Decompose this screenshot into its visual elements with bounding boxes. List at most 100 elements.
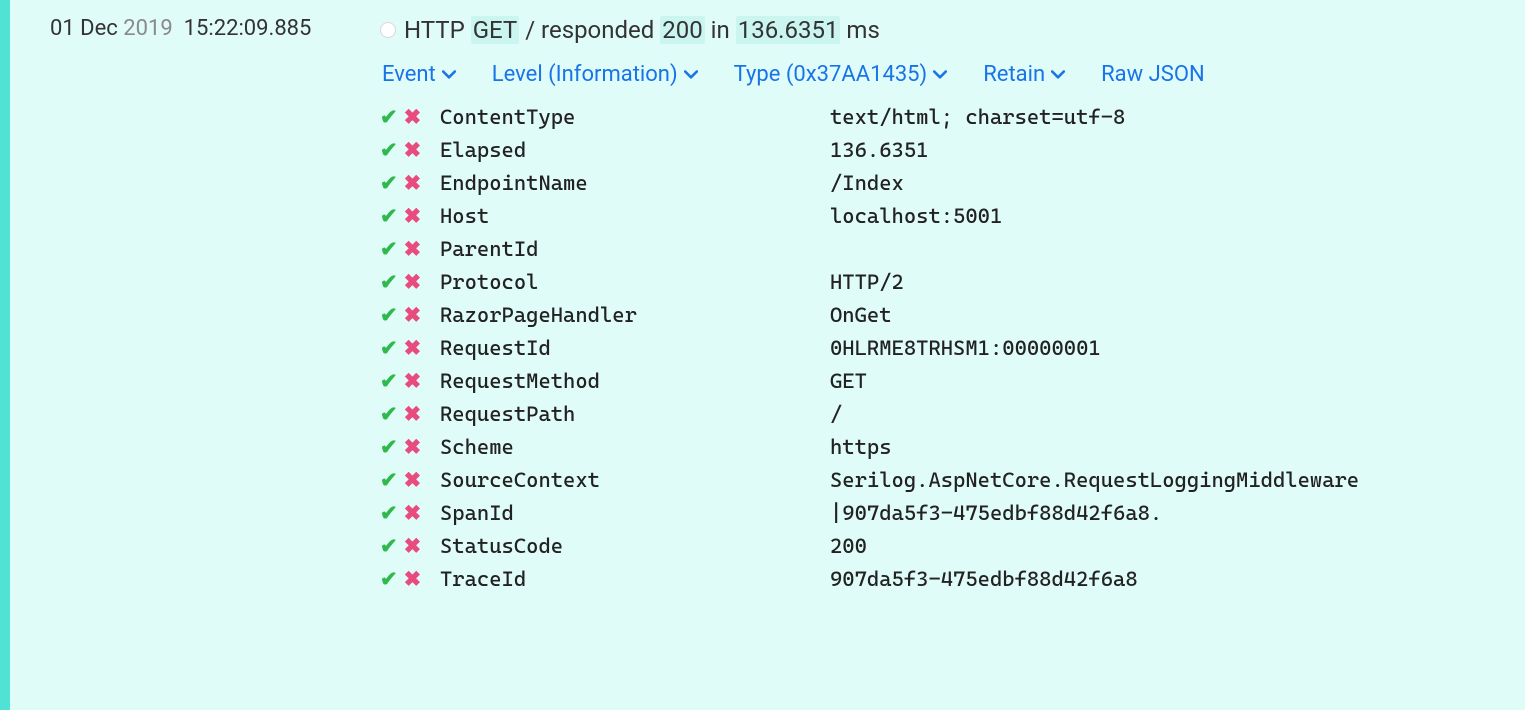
exclude-filter-icon[interactable]: ✖ [404, 138, 422, 163]
property-value: GET [830, 369, 1525, 393]
exclude-filter-icon[interactable]: ✖ [404, 468, 422, 493]
property-row: ✔✖ Elapsed136.6351 [380, 134, 1525, 167]
property-filter-marks: ✔✖ [380, 567, 440, 592]
property-value: 907da5f3-475edbf88d42f6a8 [830, 567, 1525, 591]
property-filter-marks: ✔✖ [380, 204, 440, 229]
include-filter-icon[interactable]: ✔ [380, 204, 398, 229]
include-filter-icon[interactable]: ✔ [380, 270, 398, 295]
property-value: localhost:5001 [830, 204, 1525, 228]
property-value: OnGet [830, 303, 1525, 327]
property-filter-marks: ✔✖ [380, 237, 440, 262]
event-message: HTTP GET / responded 200 in 136.6351 ms [380, 16, 1525, 44]
include-filter-icon[interactable]: ✔ [380, 534, 398, 559]
include-filter-icon[interactable]: ✔ [380, 468, 398, 493]
retain-dropdown[interactable]: Retain [983, 62, 1065, 87]
message-elapsed: 136.6351 [736, 16, 841, 44]
chevron-down-icon [442, 68, 456, 82]
chevron-down-icon [1051, 68, 1065, 82]
property-row: ✔✖ RazorPageHandlerOnGet [380, 299, 1525, 332]
property-value: https [830, 435, 1525, 459]
property-name: ParentId [440, 237, 830, 261]
property-value: text/html; charset=utf-8 [830, 105, 1525, 129]
property-row: ✔✖Schemehttps [380, 431, 1525, 464]
property-row: ✔✖SourceContextSerilog.AspNetCore.Reques… [380, 464, 1525, 497]
timestamp: 01 Dec 2019 15:22:09.885 [50, 16, 380, 596]
exclude-filter-icon[interactable]: ✖ [404, 402, 422, 427]
property-name: ContentType [440, 105, 830, 129]
property-row: ✔✖RequestPath/ [380, 398, 1525, 431]
property-name: RequestId [440, 336, 830, 360]
log-event-row: 01 Dec 2019 15:22:09.885 HTTP GET / resp… [0, 0, 1525, 596]
property-filter-marks: ✔✖ [380, 435, 440, 460]
property-name: RequestPath [440, 402, 830, 426]
raw-json-link[interactable]: Raw JSON [1101, 62, 1205, 87]
exclude-filter-icon[interactable]: ✖ [404, 171, 422, 196]
property-name: Scheme [440, 435, 830, 459]
property-row: ✔✖TraceId907da5f3-475edbf88d42f6a8 [380, 563, 1525, 596]
property-value: 136.6351 [830, 138, 1525, 162]
property-filter-marks: ✔✖ [380, 501, 440, 526]
exclude-filter-icon[interactable]: ✖ [404, 501, 422, 526]
exclude-filter-icon[interactable]: ✖ [404, 369, 422, 394]
property-name: SourceContext [440, 468, 830, 492]
exclude-filter-icon[interactable]: ✖ [404, 237, 422, 262]
property-name: TraceId [440, 567, 830, 591]
property-row: ✔✖ StatusCode200 [380, 530, 1525, 563]
chevron-down-icon [684, 68, 698, 82]
exclude-filter-icon[interactable]: ✖ [404, 534, 422, 559]
property-value: 200 [830, 534, 1525, 558]
property-name: RequestMethod [440, 369, 830, 393]
property-name: RazorPageHandler [440, 303, 830, 327]
property-row: ✔✖SpanId|907da5f3-475edbf88d42f6a8. [380, 497, 1525, 530]
timestamp-year: 2019 [123, 16, 172, 41]
property-row: ✔✖ RequestMethodGET [380, 365, 1525, 398]
property-row: ✔✖ProtocolHTTP/2 [380, 266, 1525, 299]
property-filter-marks: ✔✖ [380, 336, 440, 361]
exclude-filter-icon[interactable]: ✖ [404, 567, 422, 592]
include-filter-icon[interactable]: ✔ [380, 435, 398, 460]
include-filter-icon[interactable]: ✔ [380, 567, 398, 592]
include-filter-icon[interactable]: ✔ [380, 369, 398, 394]
exclude-filter-icon[interactable]: ✖ [404, 303, 422, 328]
event-dropdown[interactable]: Event [382, 62, 456, 87]
action-row: Event Level (Information) Type (0x37AA14… [380, 62, 1525, 87]
property-filter-marks: ✔✖ [380, 105, 440, 130]
properties-list: ✔✖ContentTypetext/html; charset=utf-8✔✖E… [380, 101, 1525, 596]
property-row: ✔✖RequestId0HLRME8TRHSM1:00000001 [380, 332, 1525, 365]
include-filter-icon[interactable]: ✔ [380, 336, 398, 361]
accent-bar [0, 0, 10, 710]
property-filter-marks: ✔✖ [380, 171, 440, 196]
exclude-filter-icon[interactable]: ✖ [404, 435, 422, 460]
message-status: 200 [660, 16, 704, 44]
timestamp-time: 15:22:09.885 [184, 16, 312, 41]
include-filter-icon[interactable]: ✔ [380, 237, 398, 262]
include-filter-icon[interactable]: ✔ [380, 138, 398, 163]
message-text: HTTP GET / responded 200 in 136.6351 ms [404, 16, 880, 44]
property-value: HTTP/2 [830, 270, 1525, 294]
property-row: ✔✖ParentId [380, 233, 1525, 266]
include-filter-icon[interactable]: ✔ [380, 501, 398, 526]
type-dropdown[interactable]: Type (0x37AA1435) [734, 62, 948, 87]
include-filter-icon[interactable]: ✔ [380, 303, 398, 328]
include-filter-icon[interactable]: ✔ [380, 105, 398, 130]
level-indicator-icon [380, 22, 396, 38]
property-name: StatusCode [440, 534, 830, 558]
chevron-down-icon [933, 68, 947, 82]
property-name: Protocol [440, 270, 830, 294]
include-filter-icon[interactable]: ✔ [380, 402, 398, 427]
property-value: / [830, 402, 1525, 426]
property-value: 0HLRME8TRHSM1:00000001 [830, 336, 1525, 360]
property-filter-marks: ✔✖ [380, 270, 440, 295]
property-filter-marks: ✔✖ [380, 468, 440, 493]
exclude-filter-icon[interactable]: ✖ [404, 336, 422, 361]
property-name: SpanId [440, 501, 830, 525]
exclude-filter-icon[interactable]: ✖ [404, 270, 422, 295]
include-filter-icon[interactable]: ✔ [380, 171, 398, 196]
property-value: |907da5f3-475edbf88d42f6a8. [830, 501, 1525, 525]
exclude-filter-icon[interactable]: ✖ [404, 204, 422, 229]
exclude-filter-icon[interactable]: ✖ [404, 105, 422, 130]
level-dropdown[interactable]: Level (Information) [492, 62, 698, 87]
property-name: Elapsed [440, 138, 830, 162]
property-filter-marks: ✔✖ [380, 402, 440, 427]
property-name: Host [440, 204, 830, 228]
